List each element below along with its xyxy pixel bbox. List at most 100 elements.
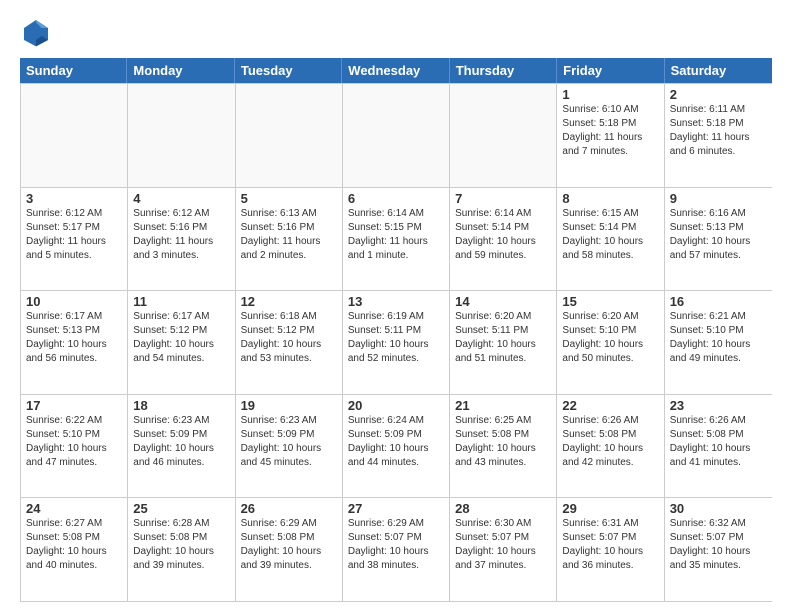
cal-cell: 18Sunrise: 6:23 AM Sunset: 5:09 PM Dayli… [128,395,235,498]
day-number: 13 [348,294,444,309]
day-info: Sunrise: 6:32 AM Sunset: 5:07 PM Dayligh… [670,517,767,573]
day-number: 9 [670,191,767,206]
cal-cell: 24Sunrise: 6:27 AM Sunset: 5:08 PM Dayli… [21,498,128,601]
day-number: 14 [455,294,551,309]
week-row-2: 10Sunrise: 6:17 AM Sunset: 5:13 PM Dayli… [21,291,772,395]
day-number: 3 [26,191,122,206]
day-info: Sunrise: 6:23 AM Sunset: 5:09 PM Dayligh… [241,414,337,470]
header-day-thursday: Thursday [450,58,557,83]
calendar: SundayMondayTuesdayWednesdayThursdayFrid… [20,58,772,602]
page: SundayMondayTuesdayWednesdayThursdayFrid… [0,0,792,612]
day-info: Sunrise: 6:23 AM Sunset: 5:09 PM Dayligh… [133,414,229,470]
header-day-wednesday: Wednesday [342,58,449,83]
day-number: 20 [348,398,444,413]
day-info: Sunrise: 6:21 AM Sunset: 5:10 PM Dayligh… [670,310,767,366]
cal-cell: 2Sunrise: 6:11 AM Sunset: 5:18 PM Daylig… [665,84,772,187]
cal-cell: 3Sunrise: 6:12 AM Sunset: 5:17 PM Daylig… [21,188,128,291]
day-number: 10 [26,294,122,309]
day-info: Sunrise: 6:24 AM Sunset: 5:09 PM Dayligh… [348,414,444,470]
cal-cell [450,84,557,187]
cal-cell: 7Sunrise: 6:14 AM Sunset: 5:14 PM Daylig… [450,188,557,291]
day-number: 25 [133,501,229,516]
cal-cell: 19Sunrise: 6:23 AM Sunset: 5:09 PM Dayli… [236,395,343,498]
week-row-0: 1Sunrise: 6:10 AM Sunset: 5:18 PM Daylig… [21,84,772,188]
day-info: Sunrise: 6:22 AM Sunset: 5:10 PM Dayligh… [26,414,122,470]
day-info: Sunrise: 6:14 AM Sunset: 5:14 PM Dayligh… [455,207,551,263]
cal-cell: 16Sunrise: 6:21 AM Sunset: 5:10 PM Dayli… [665,291,772,394]
day-number: 18 [133,398,229,413]
day-number: 19 [241,398,337,413]
day-number: 1 [562,87,658,102]
day-info: Sunrise: 6:16 AM Sunset: 5:13 PM Dayligh… [670,207,767,263]
day-number: 29 [562,501,658,516]
header-day-sunday: Sunday [20,58,127,83]
cal-cell: 29Sunrise: 6:31 AM Sunset: 5:07 PM Dayli… [557,498,664,601]
cal-cell: 1Sunrise: 6:10 AM Sunset: 5:18 PM Daylig… [557,84,664,187]
day-info: Sunrise: 6:26 AM Sunset: 5:08 PM Dayligh… [670,414,767,470]
day-info: Sunrise: 6:20 AM Sunset: 5:10 PM Dayligh… [562,310,658,366]
header-day-friday: Friday [557,58,664,83]
cal-cell: 13Sunrise: 6:19 AM Sunset: 5:11 PM Dayli… [343,291,450,394]
day-number: 2 [670,87,767,102]
day-info: Sunrise: 6:17 AM Sunset: 5:13 PM Dayligh… [26,310,122,366]
header [20,16,772,48]
day-info: Sunrise: 6:17 AM Sunset: 5:12 PM Dayligh… [133,310,229,366]
day-number: 22 [562,398,658,413]
cal-cell: 12Sunrise: 6:18 AM Sunset: 5:12 PM Dayli… [236,291,343,394]
day-info: Sunrise: 6:18 AM Sunset: 5:12 PM Dayligh… [241,310,337,366]
day-number: 15 [562,294,658,309]
cal-cell: 6Sunrise: 6:14 AM Sunset: 5:15 PM Daylig… [343,188,450,291]
cal-cell: 22Sunrise: 6:26 AM Sunset: 5:08 PM Dayli… [557,395,664,498]
day-info: Sunrise: 6:26 AM Sunset: 5:08 PM Dayligh… [562,414,658,470]
header-day-saturday: Saturday [665,58,772,83]
cal-cell: 23Sunrise: 6:26 AM Sunset: 5:08 PM Dayli… [665,395,772,498]
logo-icon [20,16,52,48]
week-row-4: 24Sunrise: 6:27 AM Sunset: 5:08 PM Dayli… [21,498,772,602]
day-number: 21 [455,398,551,413]
day-info: Sunrise: 6:20 AM Sunset: 5:11 PM Dayligh… [455,310,551,366]
cal-cell [128,84,235,187]
cal-cell [236,84,343,187]
day-info: Sunrise: 6:15 AM Sunset: 5:14 PM Dayligh… [562,207,658,263]
cal-cell: 21Sunrise: 6:25 AM Sunset: 5:08 PM Dayli… [450,395,557,498]
week-row-3: 17Sunrise: 6:22 AM Sunset: 5:10 PM Dayli… [21,395,772,499]
calendar-body: 1Sunrise: 6:10 AM Sunset: 5:18 PM Daylig… [20,83,772,602]
day-info: Sunrise: 6:25 AM Sunset: 5:08 PM Dayligh… [455,414,551,470]
day-number: 26 [241,501,337,516]
cal-cell: 26Sunrise: 6:29 AM Sunset: 5:08 PM Dayli… [236,498,343,601]
day-info: Sunrise: 6:30 AM Sunset: 5:07 PM Dayligh… [455,517,551,573]
day-number: 27 [348,501,444,516]
cal-cell [343,84,450,187]
day-number: 5 [241,191,337,206]
cal-cell: 9Sunrise: 6:16 AM Sunset: 5:13 PM Daylig… [665,188,772,291]
day-number: 17 [26,398,122,413]
cal-cell: 27Sunrise: 6:29 AM Sunset: 5:07 PM Dayli… [343,498,450,601]
day-info: Sunrise: 6:11 AM Sunset: 5:18 PM Dayligh… [670,103,767,159]
day-number: 12 [241,294,337,309]
day-number: 16 [670,294,767,309]
day-info: Sunrise: 6:12 AM Sunset: 5:16 PM Dayligh… [133,207,229,263]
cal-cell: 25Sunrise: 6:28 AM Sunset: 5:08 PM Dayli… [128,498,235,601]
day-number: 4 [133,191,229,206]
day-info: Sunrise: 6:12 AM Sunset: 5:17 PM Dayligh… [26,207,122,263]
day-info: Sunrise: 6:19 AM Sunset: 5:11 PM Dayligh… [348,310,444,366]
cal-cell: 30Sunrise: 6:32 AM Sunset: 5:07 PM Dayli… [665,498,772,601]
logo [20,16,56,48]
day-info: Sunrise: 6:29 AM Sunset: 5:08 PM Dayligh… [241,517,337,573]
cal-cell: 4Sunrise: 6:12 AM Sunset: 5:16 PM Daylig… [128,188,235,291]
day-info: Sunrise: 6:13 AM Sunset: 5:16 PM Dayligh… [241,207,337,263]
day-info: Sunrise: 6:14 AM Sunset: 5:15 PM Dayligh… [348,207,444,263]
day-number: 24 [26,501,122,516]
day-number: 7 [455,191,551,206]
calendar-header: SundayMondayTuesdayWednesdayThursdayFrid… [20,58,772,83]
cal-cell: 8Sunrise: 6:15 AM Sunset: 5:14 PM Daylig… [557,188,664,291]
day-number: 8 [562,191,658,206]
cal-cell: 10Sunrise: 6:17 AM Sunset: 5:13 PM Dayli… [21,291,128,394]
cal-cell: 15Sunrise: 6:20 AM Sunset: 5:10 PM Dayli… [557,291,664,394]
day-number: 23 [670,398,767,413]
day-number: 28 [455,501,551,516]
day-info: Sunrise: 6:29 AM Sunset: 5:07 PM Dayligh… [348,517,444,573]
day-number: 11 [133,294,229,309]
week-row-1: 3Sunrise: 6:12 AM Sunset: 5:17 PM Daylig… [21,188,772,292]
header-day-monday: Monday [127,58,234,83]
